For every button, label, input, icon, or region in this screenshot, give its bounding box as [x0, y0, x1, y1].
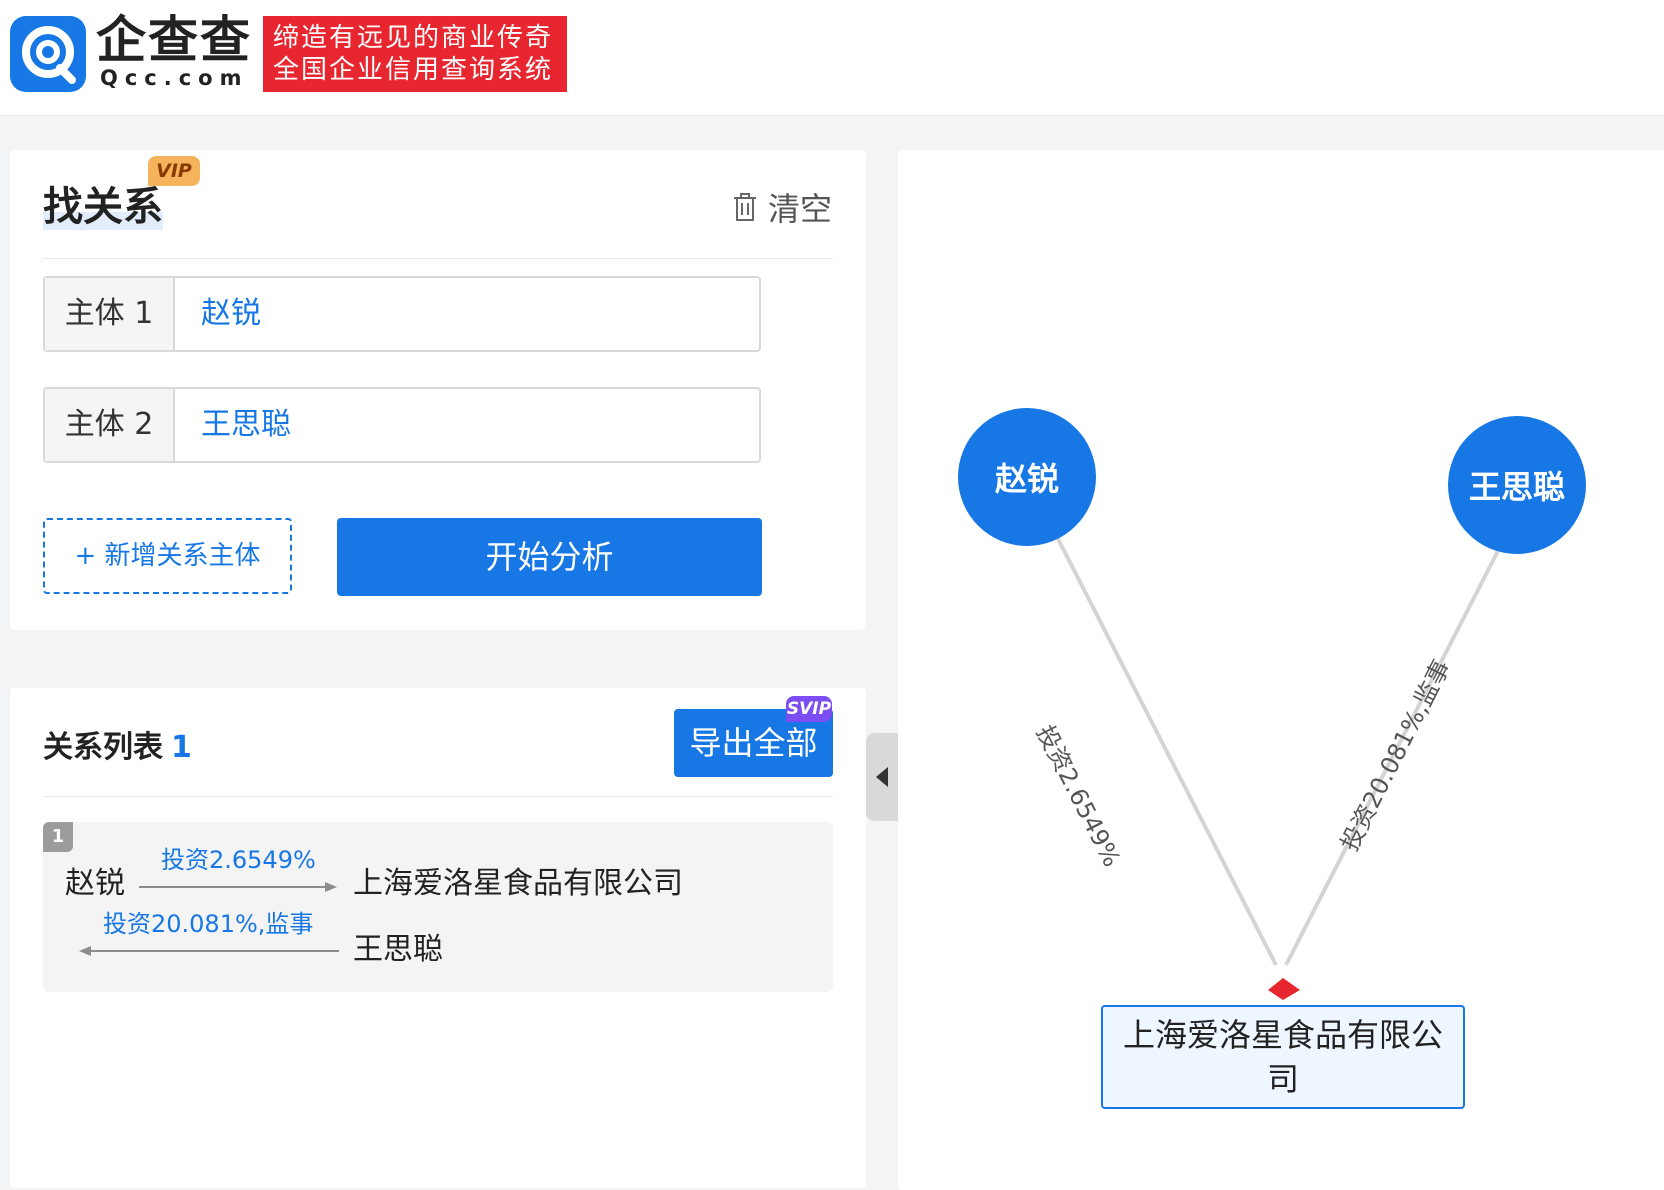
- slogan-banner: 缔造有远见的商业传奇 全国企业信用查询系统: [263, 16, 567, 92]
- add-subject-button[interactable]: + 新增关系主体: [43, 518, 292, 594]
- relation-item[interactable]: 1 赵锐 投资2.6549% 上海爱洛星食品有限公司 投资20.081%,监事 …: [43, 822, 833, 992]
- relation-list-label: 关系列表: [43, 730, 163, 765]
- search-panel: 找关系 VIP 清空 主体 1 赵锐 主体 2 王思聪 + 新增关系主体 开始分…: [10, 150, 866, 630]
- edge-arrow-head: [1268, 978, 1300, 1000]
- subject-1-input[interactable]: 赵锐: [175, 278, 261, 350]
- relation-to[interactable]: 王思聪: [353, 932, 443, 968]
- brand-name[interactable]: 企查查: [96, 12, 252, 68]
- relation-from[interactable]: 赵锐: [65, 866, 125, 902]
- relation-count: 1: [171, 730, 192, 765]
- divider: [43, 258, 833, 259]
- collapse-left-icon[interactable]: [866, 733, 898, 821]
- edge-a-line: [1054, 534, 1278, 966]
- start-analysis-button[interactable]: 开始分析: [337, 518, 762, 596]
- relation-graph[interactable]: 投资2.6549% 投资20.081%,监事 赵锐 王思聪 上海爱洛星食品有限公…: [898, 150, 1664, 1190]
- relation-list-panel: 关系列表 1 导出全部 SVIP 1 赵锐 投资2.6549% 上海爱洛星食品有限…: [10, 688, 866, 1188]
- subject-2-label: 主体 2: [45, 389, 175, 461]
- slogan-line-2: 全国企业信用查询系统: [273, 55, 554, 85]
- qcc-logo-icon[interactable]: [10, 16, 86, 92]
- page-title: 找关系: [43, 184, 163, 230]
- relation-edge-2: 投资20.081%,监事: [103, 910, 314, 938]
- subject-1-label: 主体 1: [45, 278, 175, 350]
- subject-2-input[interactable]: 王思聪: [175, 389, 291, 461]
- slogan-line-1: 缔造有远见的商业传奇: [273, 23, 554, 53]
- relation-list-title: 关系列表 1: [43, 722, 192, 766]
- top-bar: 企查查 Qcc.com 缔造有远见的商业传奇 全国企业信用查询系统: [0, 0, 1664, 116]
- trash-icon: [733, 193, 756, 221]
- node-person-a[interactable]: 赵锐: [958, 408, 1096, 546]
- subject-2-field[interactable]: 主体 2 王思聪: [43, 387, 761, 463]
- divider: [43, 796, 833, 797]
- clear-label: 清空: [767, 190, 832, 228]
- svip-badge: SVIP: [786, 696, 832, 722]
- brand-domain: Qcc.com: [100, 66, 249, 90]
- vip-badge: VIP: [148, 156, 200, 186]
- relation-index: 1: [43, 822, 73, 852]
- relation-company[interactable]: 上海爱洛星食品有限公司: [353, 866, 683, 902]
- clear-button[interactable]: 清空: [732, 184, 832, 230]
- arrow-left-icon: [79, 946, 339, 956]
- node-company[interactable]: 上海爱洛星食品有限公司: [1101, 1005, 1465, 1109]
- relation-edge-1: 投资2.6549%: [161, 846, 316, 874]
- node-person-b[interactable]: 王思聪: [1448, 416, 1586, 554]
- arrow-right-icon: [139, 882, 337, 892]
- subject-1-field[interactable]: 主体 1 赵锐: [43, 276, 761, 352]
